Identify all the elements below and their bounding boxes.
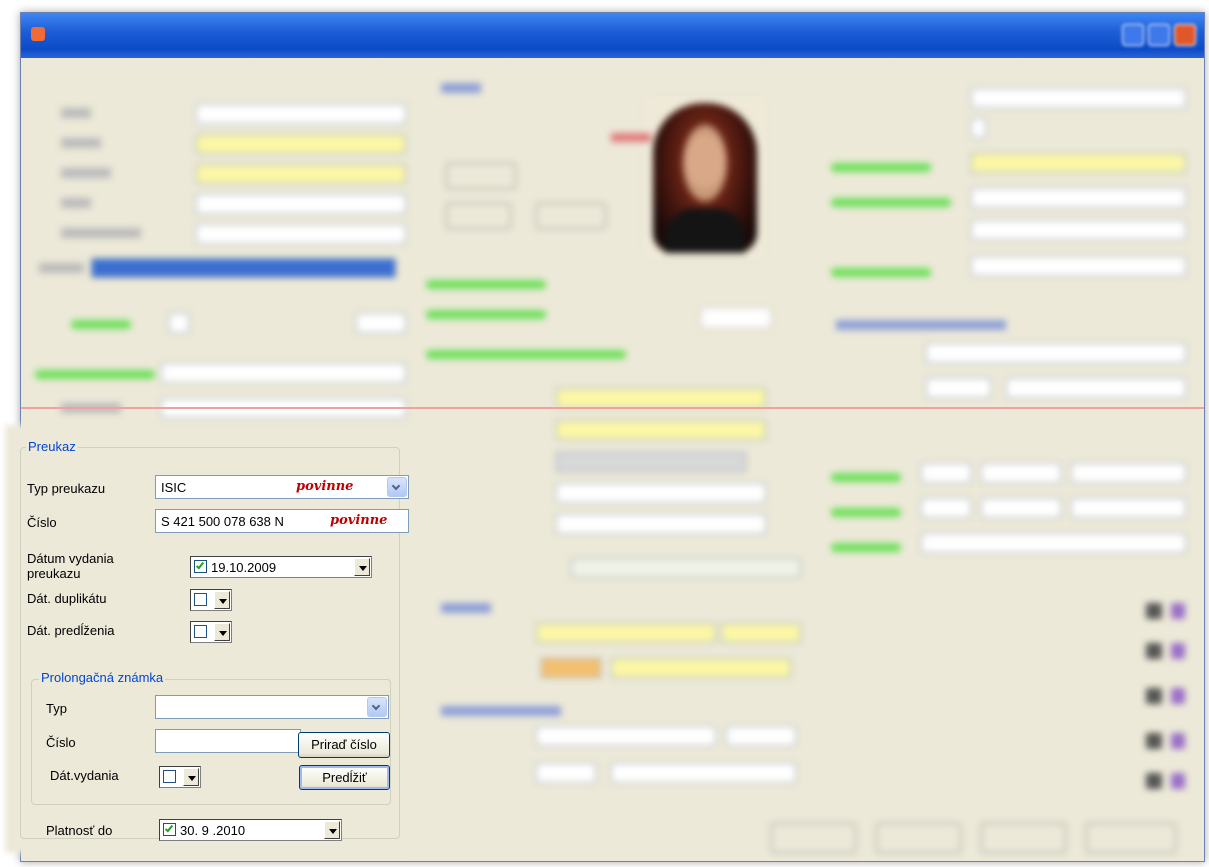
app-icon bbox=[31, 27, 45, 41]
dat-predlzenia-label: Dát. predĺženia bbox=[27, 623, 115, 638]
focus-divider-line bbox=[21, 407, 1204, 409]
prolongacna-dat-vydania-checkbox[interactable] bbox=[163, 770, 176, 783]
platnost-do-label: Platnosť do bbox=[46, 823, 113, 838]
triangle-down-icon bbox=[359, 566, 367, 571]
cislo-input[interactable]: S 421 500 078 638 N povinne bbox=[155, 509, 409, 533]
close-button[interactable] bbox=[1174, 24, 1196, 46]
help-button[interactable] bbox=[1122, 24, 1144, 46]
datum-vydania-dropdown-button[interactable] bbox=[354, 558, 370, 576]
cislo-label: Číslo bbox=[27, 515, 57, 530]
triangle-down-icon bbox=[329, 829, 337, 834]
window-title bbox=[53, 27, 146, 43]
typ-preukazu-label: Typ preukazu bbox=[27, 481, 106, 496]
typ-preukazu-select[interactable]: ISIC povinne bbox=[155, 475, 409, 499]
prolongacna-dat-vydania-label: Dát.vydania bbox=[50, 768, 119, 783]
platnost-do-datepicker[interactable]: 30. 9 .2010 bbox=[159, 819, 342, 841]
datum-vydania-value: 19.10.2009 bbox=[211, 560, 277, 575]
platnost-do-value: 30. 9 .2010 bbox=[180, 823, 246, 838]
datum-vydania-label: Dátum vydania preukazu bbox=[27, 551, 114, 581]
platnost-do-checkbox[interactable] bbox=[163, 823, 176, 836]
dat-duplikatu-checkbox[interactable] bbox=[194, 593, 207, 606]
prolongacna-group-title: Prolongačná známka bbox=[39, 670, 166, 685]
cislo-required-mark: povinne bbox=[330, 513, 388, 528]
dat-predlzenia-dropdown-button[interactable] bbox=[214, 623, 230, 641]
triangle-down-icon bbox=[219, 599, 227, 604]
cislo-value: S 421 500 078 638 N bbox=[161, 514, 284, 529]
prolongacna-typ-select[interactable] bbox=[155, 695, 389, 719]
chevron-down-icon bbox=[391, 481, 401, 491]
checkmark-icon bbox=[195, 560, 205, 570]
prolongacna-typ-label: Typ bbox=[46, 701, 67, 716]
triangle-down-icon bbox=[188, 776, 196, 781]
assign-number-button[interactable]: Priraď číslo bbox=[298, 732, 390, 758]
dat-duplikatu-label: Dát. duplikátu bbox=[27, 591, 107, 606]
prolongacna-dat-vydania-datepicker[interactable] bbox=[159, 766, 201, 788]
triangle-down-icon bbox=[219, 631, 227, 636]
typ-preukazu-value: ISIC bbox=[161, 480, 187, 495]
dat-duplikatu-dropdown-button[interactable] bbox=[214, 591, 230, 609]
dat-duplikatu-datepicker[interactable] bbox=[190, 589, 232, 611]
typ-preukazu-dropdown-button[interactable] bbox=[387, 477, 407, 497]
checkmark-icon bbox=[164, 823, 174, 833]
title-bar[interactable] bbox=[21, 13, 1204, 58]
prolongacna-dat-vydania-dropdown-button[interactable] bbox=[183, 768, 199, 786]
preukaz-panel: Preukaz Typ preukazu ISIC povinne Číslo … bbox=[9, 429, 411, 849]
prolongacna-cislo-label: Číslo bbox=[46, 735, 76, 750]
platnost-do-dropdown-button[interactable] bbox=[324, 821, 340, 839]
chevron-down-icon bbox=[371, 701, 381, 711]
prolongacna-typ-dropdown-button[interactable] bbox=[367, 697, 387, 717]
typ-preukazu-required-mark: povinne bbox=[296, 479, 354, 494]
prolongacna-cislo-input[interactable] bbox=[155, 729, 301, 753]
extend-button[interactable]: Predĺžiť bbox=[299, 765, 390, 790]
preukaz-group-title: Preukaz bbox=[26, 439, 78, 454]
datum-vydania-datepicker[interactable]: 19.10.2009 bbox=[190, 556, 372, 578]
dat-predlzenia-checkbox[interactable] bbox=[194, 625, 207, 638]
datum-vydania-checkbox[interactable] bbox=[194, 560, 207, 573]
maximize-button[interactable] bbox=[1148, 24, 1170, 46]
dat-predlzenia-datepicker[interactable] bbox=[190, 621, 232, 643]
